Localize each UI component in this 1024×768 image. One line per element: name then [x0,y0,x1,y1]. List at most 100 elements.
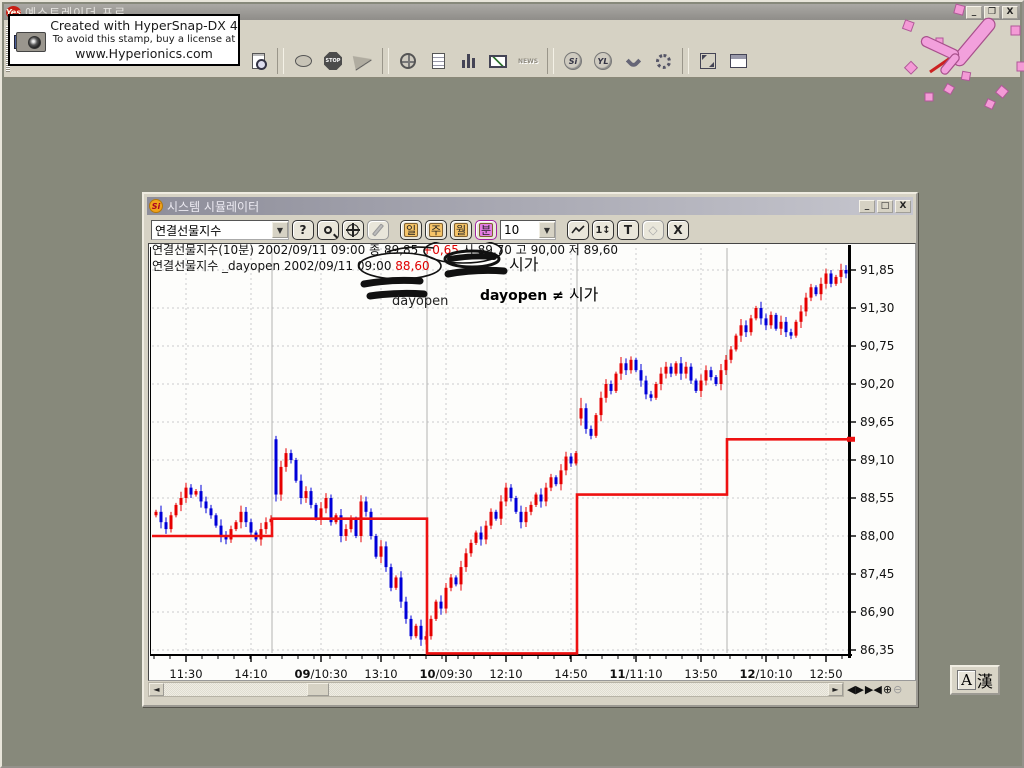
chat-bubble-icon-button[interactable] [289,47,317,75]
delete-button[interactable]: X [667,220,689,240]
svg-text:86,90: 86,90 [860,605,894,619]
ime-latin-label: A [957,670,976,690]
settings-gear-icon-button[interactable] [649,47,677,75]
hscroll-left-arrow[interactable]: ◄ [149,683,164,696]
fullscreen-icon [700,53,716,69]
diamond-tool-button[interactable]: ◇ [642,220,664,240]
settings-gear-icon [656,54,671,69]
period-button-주[interactable]: 주 [425,220,447,240]
report-search-icon-button[interactable] [244,47,272,75]
app-window: Yes 예스트레이더 프로 _ ❐ X STOPNEWSSiYL Created… [0,0,1024,768]
hscroll-thumb[interactable] [307,683,329,696]
send-plane-icon-button[interactable] [349,47,377,75]
svg-text:시가: 시가 [509,255,539,274]
svg-text:91,30: 91,30 [860,301,894,315]
svg-text:87,45: 87,45 [860,567,894,581]
interval-combo-arrow-icon[interactable]: ▼ [539,222,555,238]
text-tool-button[interactable]: T [617,220,639,240]
globe-icon-button[interactable] [394,47,422,75]
news-icon-button[interactable]: NEWS [514,47,542,75]
simulator-title: 시스템 시뮬레이터 [167,198,259,215]
svg-text:11/11:10: 11/11:10 [609,667,662,681]
svg-text:89,10: 89,10 [860,453,894,467]
interval-combobox[interactable]: 10 ▼ [500,220,556,240]
sim-close-button[interactable]: X [895,200,911,213]
pencil-icon [372,223,384,236]
svg-text:86,35: 86,35 [860,643,894,657]
svg-text:dayopen: dayopen [392,294,448,309]
hand-tool-icon-button[interactable] [619,47,647,75]
yl-tool-icon: YL [594,52,612,70]
svg-text:12/10:10: 12/10:10 [739,667,792,681]
stamp-line2: To avoid this stamp, buy a license at [50,34,238,47]
period-label: 일 [404,223,418,237]
si-simulator-icon: Si [564,52,582,70]
order-form-icon-button[interactable] [424,47,452,75]
main-close-button[interactable]: X [1002,6,1018,19]
stop-sign-icon: STOP [324,52,342,70]
toolbar-separator [382,48,389,74]
crosshair-icon [347,224,359,236]
svg-text:연결선물지수(10분) 2002/09/11 09:00: 연결선물지수(10분) 2002/09/11 09:00 종 89,85 +0,… [152,243,618,257]
zoom-out-icon[interactable]: ⊖ [893,683,902,696]
svg-text:14:10: 14:10 [234,667,267,681]
report-search-icon [252,53,265,69]
main-restore-button[interactable]: ❐ [984,6,1000,19]
updown-button[interactable]: 1↕ [592,220,614,240]
fullscreen-icon-button[interactable] [694,47,722,75]
line-style-button[interactable] [567,220,589,240]
svg-text:12:50: 12:50 [809,667,842,681]
ime-indicator-button[interactable]: A 漢 [950,665,1000,695]
hypersnap-stamp: Created with HyperSnap-DX 4 To avoid thi… [8,14,240,66]
window-layout-icon [730,54,747,68]
send-plane-icon [353,52,374,69]
yl-tool-icon-button[interactable]: YL [589,47,617,75]
stamp-line1: Created with HyperSnap-DX 4 [50,18,238,34]
sim-maximize-button[interactable]: □ [877,200,893,213]
crosshair-button[interactable] [342,220,364,240]
prev-next-icon[interactable]: ◀▶ [847,683,864,696]
interval-combobox-value: 10 [504,223,519,237]
symbol-combobox[interactable]: 연결선물지수 ▼ [151,220,289,240]
hand-tool-icon [625,53,641,69]
svg-text:90,20: 90,20 [860,377,894,391]
help-button[interactable]: ? [292,220,314,240]
hscroll-right-arrow[interactable]: ► [828,683,843,696]
magnifier-icon [324,226,332,234]
svg-text:11:30: 11:30 [169,667,202,681]
news-icon: NEWS [518,58,538,65]
draw-pencil-button[interactable] [367,220,389,240]
period-label: 분 [479,223,493,237]
svg-text:10/09:30: 10/09:30 [419,667,472,681]
svg-text:91,85: 91,85 [860,263,894,277]
go-end-icon[interactable]: ▶◀ [865,683,882,696]
main-minimize-button[interactable]: _ [966,6,982,19]
toolbar-separator [277,48,284,74]
chat-bubble-icon [295,55,312,67]
sim-minimize-button[interactable]: _ [859,200,875,213]
period-button-월[interactable]: 월 [450,220,472,240]
window-layout-icon-button[interactable] [724,47,752,75]
period-button-분[interactable]: 분 [475,220,497,240]
symbol-combo-arrow-icon[interactable]: ▼ [272,222,288,238]
chart-monitor-icon-button[interactable] [484,47,512,75]
zoom-button[interactable] [317,220,339,240]
globe-icon [400,53,416,69]
bar-chart-icon [462,54,475,68]
zoom-in-icon[interactable]: ⊕ [883,683,892,696]
svg-text:13:50: 13:50 [684,667,717,681]
chart-monitor-icon [489,55,507,68]
period-label: 월 [454,223,468,237]
toolbar-separator [682,48,689,74]
si-simulator-icon-button[interactable]: Si [559,47,587,75]
stop-sign-icon-button[interactable]: STOP [319,47,347,75]
simulator-toolbar: 연결선물지수 ▼ ? 일주월분 10 ▼ 1↕ T ◇ X [147,217,913,243]
period-button-일[interactable]: 일 [400,220,422,240]
toolbar-separator [547,48,554,74]
svg-text:dayopen ≠ 시가: dayopen ≠ 시가 [480,285,599,304]
candlestick-chart[interactable]: 91,8591,3090,7590,2089,6589,1088,5588,00… [147,242,917,684]
ime-hanja-label: 漢 [977,668,993,692]
chart-hscrollbar[interactable]: ◄ ► [148,682,844,697]
simulator-titlebar: Si 시스템 시뮬레이터 _ □ X [147,197,913,215]
bar-chart-icon-button[interactable] [454,47,482,75]
